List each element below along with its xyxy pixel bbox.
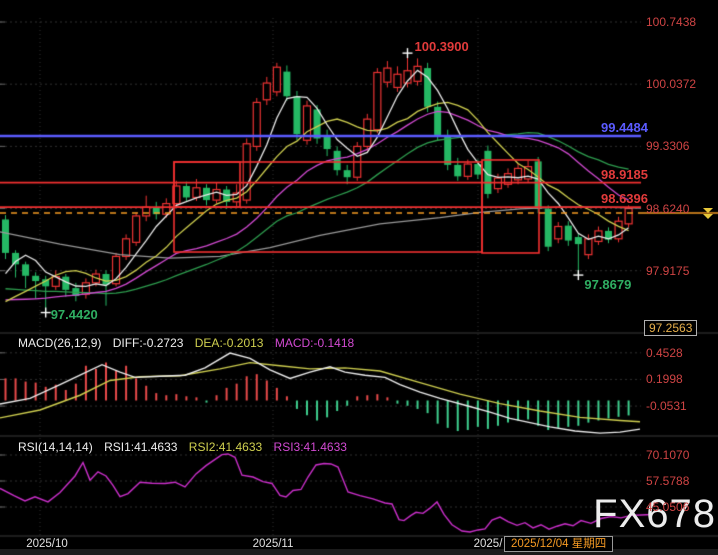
y-axis-label: 0.1998 [646,372,683,386]
last-price-tag: 98.6240 [646,202,689,216]
y-axis-label: 57.5788 [646,474,689,488]
x-axis-label: 2025/10 [26,538,68,550]
macd-title: MACD(26,12,9) [18,336,101,350]
x-axis-label: 2025/ [474,538,503,550]
macd-value: MACD:-0.1418 [275,336,354,350]
high-price-label: 100.3900 [415,39,469,54]
chart-app-window: 美元指数 【日线】 ⊕ MA1(5,10,20,30,100) MA5:98.3… [0,0,718,555]
y-axis-label-boxed: 97.2563 [644,320,697,336]
rsi-header: RSI(14,14,14) RSI1:41.4633 RSI2:41.4633 … [18,440,355,454]
y-axis-label: 99.3306 [646,139,689,153]
low-price-label: 97.4420 [51,307,98,322]
hline-label-red: 98.9185 [578,167,648,182]
y-axis-label: 0.4528 [646,346,683,360]
y-axis-label: 100.0372 [646,77,696,91]
y-axis-label: 70.1070 [646,448,689,462]
x-axis-label: 2025/11 [253,538,294,550]
y-axis-label: 100.7438 [646,15,696,29]
hline-label-red: 98.6396 [578,191,648,206]
macd-header: MACD(26,12,9) DIFF:-0.2723 DEA:-0.2013 M… [18,336,362,350]
rsi2-value: RSI2:41.4633 [189,440,262,454]
current-date-tag: 2025/12/04 星期四 [504,536,613,552]
low-price-label: 97.8679 [584,277,631,292]
price-marker-icon [703,208,713,220]
fx678-watermark: FX678 [593,492,716,537]
macd-dea-value: DEA:-0.2013 [195,336,264,350]
hline-label-blue: 99.4484 [578,120,648,135]
rsi-title: RSI(14,14,14) [18,440,93,454]
y-axis-label: 45.0506 [646,500,689,514]
rsi3-value: RSI3:41.4633 [274,440,347,454]
y-axis-label: 97.9175 [646,264,689,278]
rsi1-value: RSI1:41.4633 [104,440,177,454]
macd-diff-value: DIFF:-0.2723 [113,336,184,350]
y-axis-label: -0.0531 [646,399,687,413]
